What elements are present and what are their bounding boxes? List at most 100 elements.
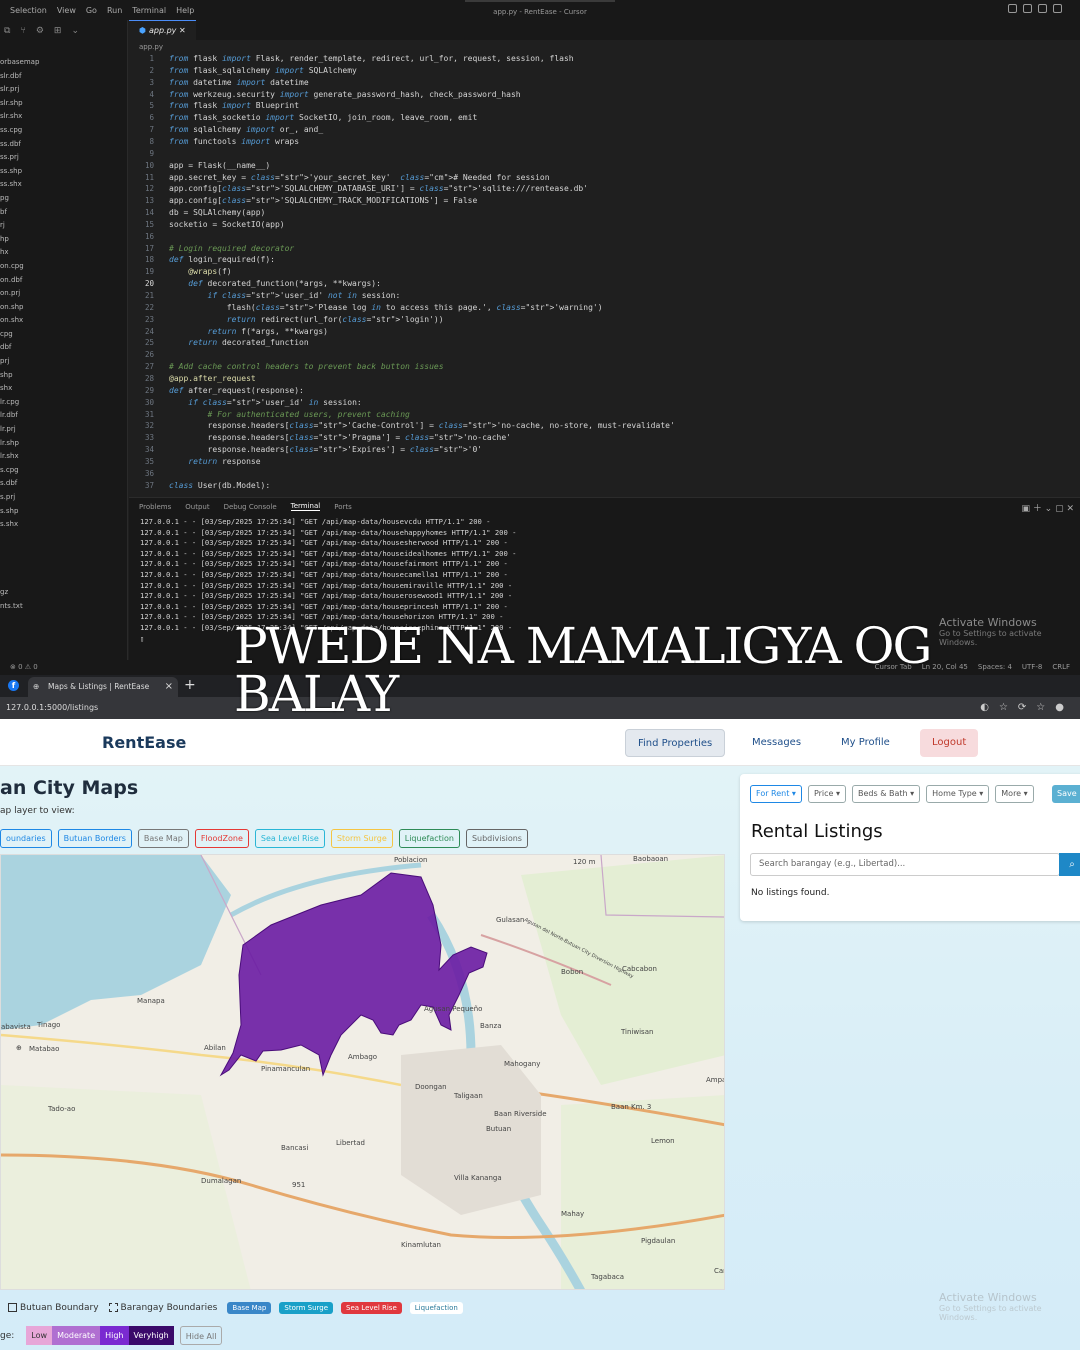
panel-tab-ports[interactable]: Ports	[334, 503, 352, 511]
layer-button[interactable]: Butuan Borders	[57, 829, 132, 848]
legend-pill[interactable]: Liquefaction	[409, 1302, 463, 1314]
layer-button[interactable]: Sea Level Rise	[254, 829, 325, 848]
file-item[interactable]: s.shx	[0, 518, 39, 532]
close-icon[interactable]: ✕	[179, 26, 186, 35]
file-item[interactable]: gz	[0, 586, 39, 600]
butuan-boundary-toggle[interactable]: Butuan Boundary	[8, 1303, 99, 1313]
file-item[interactable]: slr.shp	[0, 97, 39, 111]
file-item[interactable]: s.shp	[0, 505, 39, 519]
file-item[interactable]: hp	[0, 233, 39, 247]
search-button[interactable]: ⌕	[1059, 853, 1080, 876]
logout-button[interactable]: Logout	[920, 729, 979, 757]
browser-tab[interactable]: ⊕ Maps & Listings | RentEase ×	[28, 677, 178, 697]
settings-icon[interactable]	[1053, 4, 1062, 13]
file-item[interactable]: rj	[0, 219, 39, 233]
layer-button[interactable]: Liquefaction	[398, 829, 460, 848]
file-item[interactable]	[0, 532, 39, 546]
chevron-down-icon[interactable]: ⌄	[71, 26, 79, 36]
file-item[interactable]	[0, 545, 39, 559]
file-item[interactable]: on.prj	[0, 287, 39, 301]
explorer-icon[interactable]: ⧉	[4, 26, 10, 36]
panel-tab-terminal[interactable]: Terminal	[290, 502, 321, 511]
file-item[interactable]: on.shp	[0, 301, 39, 315]
file-item[interactable]: s.cpg	[0, 464, 39, 478]
menu-run[interactable]: Run	[107, 6, 122, 15]
menu-terminal[interactable]: Terminal	[132, 6, 166, 15]
legend-pill[interactable]: Base Map	[227, 1302, 272, 1314]
file-item[interactable]: slr.prj	[0, 83, 39, 97]
file-item[interactable]: on.cpg	[0, 260, 39, 274]
breadcrumb[interactable]: app.py	[129, 40, 1080, 54]
url-text[interactable]: 127.0.0.1:5000/listings	[6, 703, 98, 712]
file-item[interactable]: lr.cpg	[0, 396, 39, 410]
problems-status[interactable]: ⊗ 0 ⚠ 0	[10, 660, 38, 675]
file-item[interactable]	[0, 559, 39, 573]
my-profile-link[interactable]: My Profile	[829, 729, 902, 757]
tab-app-py[interactable]: ⬢ app.py ✕	[129, 20, 196, 40]
toggle-secondary-icon[interactable]	[1038, 4, 1047, 13]
menu-selection[interactable]: Selection	[10, 6, 47, 15]
save-search-button[interactable]: Save S	[1052, 785, 1080, 816]
file-item[interactable]: lr.shp	[0, 437, 39, 451]
legend-pill[interactable]: Sea Level Rise	[341, 1302, 402, 1314]
city-map[interactable]: ⊕ Poblacion Baobaoan Gulasan Bobon Cabcabon M…	[0, 854, 725, 1290]
close-tab-icon[interactable]: ×	[165, 677, 173, 697]
panel-actions[interactable]: ▣ ＋ ⌄ ▢ ✕	[1021, 501, 1074, 514]
facebook-icon[interactable]: f	[8, 680, 19, 691]
menu-help[interactable]: Help	[176, 6, 194, 15]
layer-button[interactable]: Subdivisions	[465, 829, 528, 848]
barangay-search-input[interactable]: Search barangay (e.g., Libertad)...	[750, 853, 1060, 876]
file-item[interactable]: lr.prj	[0, 423, 39, 437]
layer-button[interactable]: Storm Surge	[330, 829, 393, 848]
filter-dropdown[interactable]: More ▾	[995, 785, 1034, 803]
messages-link[interactable]: Messages	[740, 729, 813, 757]
brand-logo[interactable]: RentEase	[102, 733, 186, 752]
status-encoding[interactable]: UTF-8	[1022, 660, 1042, 675]
menu-view[interactable]: View	[57, 6, 76, 15]
file-item[interactable]: lr.dbf	[0, 409, 39, 423]
file-item[interactable]: ss.prj	[0, 151, 39, 165]
new-tab-icon[interactable]: +	[184, 675, 196, 695]
file-item[interactable]: dbf	[0, 341, 39, 355]
file-item[interactable]: s.dbf	[0, 477, 39, 491]
menu-go[interactable]: Go	[86, 6, 97, 15]
file-item[interactable]: lr.shx	[0, 450, 39, 464]
file-item[interactable]: pg	[0, 192, 39, 206]
status-indentation[interactable]: Spaces: 4	[978, 660, 1012, 675]
file-item[interactable]: on.dbf	[0, 274, 39, 288]
browser-toolbar-icons[interactable]: ◐☆⟳☆●	[980, 697, 1074, 719]
file-item[interactable]: ss.shp	[0, 165, 39, 179]
file-item[interactable]: ss.cpg	[0, 124, 39, 138]
layer-button[interactable]: Base Map	[137, 829, 189, 848]
filter-dropdown[interactable]: Beds & Bath ▾	[852, 785, 921, 803]
file-item[interactable]: ss.shx	[0, 178, 39, 192]
file-item[interactable]: ss.dbf	[0, 138, 39, 152]
status-eol[interactable]: CRLF	[1052, 660, 1070, 675]
file-item[interactable]: nts.txt	[0, 600, 39, 614]
code-editor[interactable]: ⬢ app.py ✕ app.py 1 from flask import Flas…	[129, 20, 1080, 496]
file-item[interactable]: hx	[0, 246, 39, 260]
file-item[interactable]: shp	[0, 369, 39, 383]
extensions-icon[interactable]: ⊞	[54, 26, 62, 36]
layer-button[interactable]: oundaries	[0, 829, 52, 848]
file-item[interactable]: slr.shx	[0, 110, 39, 124]
source-control-icon[interactable]: ⑂	[20, 26, 25, 36]
range-high[interactable]: High	[100, 1326, 129, 1345]
panel-tab-debug-console[interactable]: Debug Console	[224, 503, 277, 511]
toggle-sidebar-icon[interactable]	[1008, 4, 1017, 13]
toggle-panel-icon[interactable]	[1023, 4, 1032, 13]
filter-dropdown[interactable]: Home Type ▾	[926, 785, 990, 803]
filter-dropdown[interactable]: Price ▾	[807, 785, 847, 803]
file-item[interactable]: s.prj	[0, 491, 39, 505]
panel-tab-problems[interactable]: Problems	[139, 503, 171, 511]
file-item[interactable]: prj	[0, 355, 39, 369]
range-low[interactable]: Low	[26, 1326, 53, 1345]
file-item[interactable]: cpg	[0, 328, 39, 342]
file-item[interactable]: orbasemap	[0, 56, 39, 70]
layer-button[interactable]: FloodZone	[194, 829, 249, 848]
file-item[interactable]: bf	[0, 206, 39, 220]
legend-pill[interactable]: Storm Surge	[279, 1302, 334, 1314]
panel-tab-output[interactable]: Output	[185, 503, 209, 511]
file-item[interactable]	[0, 573, 39, 587]
hide-all-button[interactable]: Hide All	[179, 1326, 223, 1345]
